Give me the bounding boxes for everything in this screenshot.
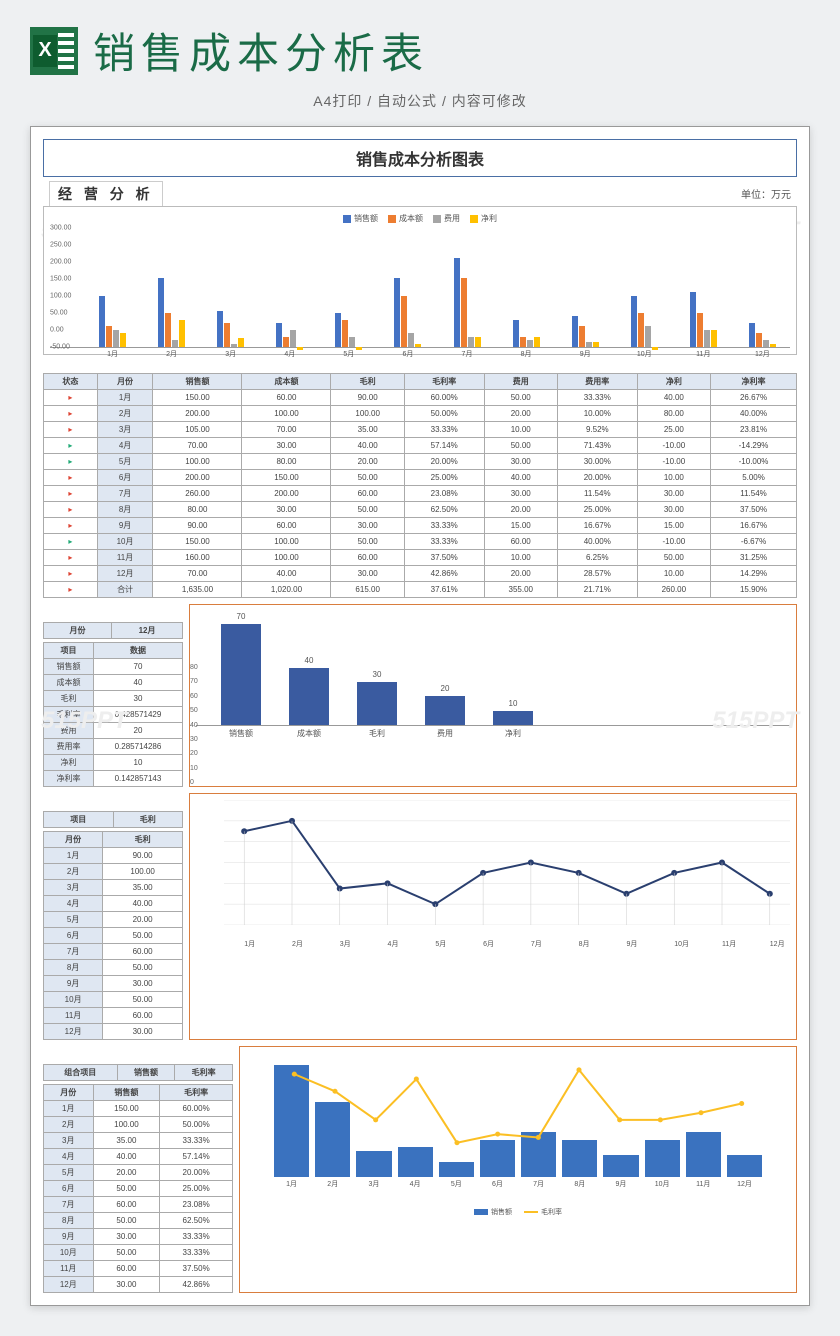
section-title: 经 营 分 析: [49, 181, 163, 206]
main-table: 状态月份销售额成本额毛利毛利率费用费用率净利净利率▸1月150.0060.009…: [43, 373, 797, 598]
combo-chart: 1月2月3月4月5月6月7月8月9月10月11月12月 销售额毛利率: [239, 1046, 797, 1293]
doc-title: 销售成本分析图表: [43, 139, 797, 177]
line-chart: 1月2月3月4月5月6月7月8月9月10月11月12月: [189, 793, 797, 1040]
combo-table: 组合项目销售额毛利率 月份销售额毛利率1月150.0060.00%2月100.0…: [43, 1046, 233, 1293]
unit-label: 单位：万元: [741, 186, 791, 201]
main-chart: 销售额 成本额 费用 净利 300.00250.00200.00150.0010…: [43, 206, 797, 355]
subtitle: A4打印 / 自动公式 / 内容可修改: [0, 91, 840, 111]
detail-table: 月份12月 项目数据销售额70成本额40毛利30毛利率0.428571429费用…: [43, 604, 183, 787]
excel-icon: [30, 27, 78, 75]
bar-chart-detail: 70销售额40成本额30毛利20费用10净利 80706050403020100: [189, 604, 797, 787]
legend: 销售额 成本额 费用 净利: [50, 213, 790, 224]
header: 销售成本分析表: [0, 0, 840, 91]
maoli-table: 项目毛利 月份毛利1月90.002月100.003月35.004月40.005月…: [43, 793, 183, 1040]
document: 515PPT 515PPT 515PPT 515PPT 销售成本分析图表 经 营…: [30, 126, 810, 1306]
page-title: 销售成本分析表: [93, 20, 429, 81]
